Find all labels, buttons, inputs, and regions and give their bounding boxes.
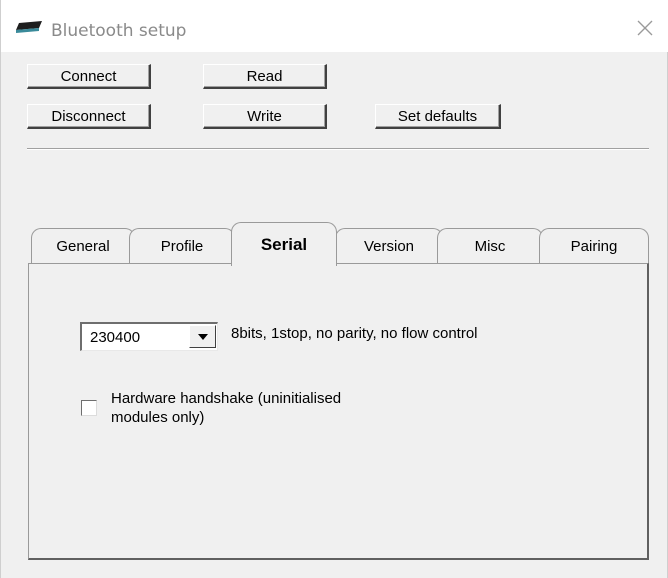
tab-serial[interactable]: Serial <box>231 222 337 266</box>
tab-version[interactable]: Version <box>335 228 443 264</box>
read-button[interactable]: Read <box>203 64 327 89</box>
write-button[interactable]: Write <box>203 104 327 129</box>
device-icon <box>16 21 42 33</box>
tab-general[interactable]: General <box>31 228 135 264</box>
write-button-label: Write <box>247 107 282 125</box>
read-button-label: Read <box>246 67 283 85</box>
bluetooth-setup-window: Bluetooth setup Connect Read Disconnect … <box>0 0 668 578</box>
disconnect-button-label: Disconnect <box>51 107 126 125</box>
tab-profile[interactable]: Profile <box>129 228 235 264</box>
serial-format-description: 8bits, 1stop, no parity, no flow control <box>231 325 478 342</box>
tab-serial-label: Serial <box>260 234 308 254</box>
connect-button-label: Connect <box>60 67 117 85</box>
tab-version-label: Version <box>363 238 415 255</box>
title-bar: Bluetooth setup <box>1 0 668 52</box>
window-title: Bluetooth setup <box>51 21 187 41</box>
baud-rate-select[interactable]: 230400 <box>80 322 218 351</box>
connect-button[interactable]: Connect <box>27 64 151 89</box>
hardware-handshake-label[interactable]: Hardware handshake (uninitialised module… <box>111 389 411 427</box>
chevron-down-icon <box>197 333 208 340</box>
set-defaults-button[interactable]: Set defaults <box>375 104 501 129</box>
tab-pairing-label: Pairing <box>570 238 618 255</box>
hardware-handshake-checkbox[interactable] <box>81 400 97 416</box>
hardware-handshake-label-line2: modules only) <box>111 409 205 426</box>
disconnect-button[interactable]: Disconnect <box>27 104 151 129</box>
close-icon[interactable] <box>631 14 659 42</box>
tab-general-label: General <box>56 238 110 255</box>
baud-rate-value: 230400 <box>90 329 141 346</box>
tab-misc-label: Misc <box>474 238 506 255</box>
separator <box>27 148 649 150</box>
dropdown-arrow-button[interactable] <box>189 325 216 348</box>
tab-misc[interactable]: Misc <box>437 228 543 264</box>
tab-pairing[interactable]: Pairing <box>539 228 649 264</box>
hardware-handshake-label-line1: Hardware handshake (uninitialised <box>111 390 342 407</box>
tab-profile-label: Profile <box>160 238 204 255</box>
set-defaults-button-label: Set defaults <box>397 107 478 125</box>
